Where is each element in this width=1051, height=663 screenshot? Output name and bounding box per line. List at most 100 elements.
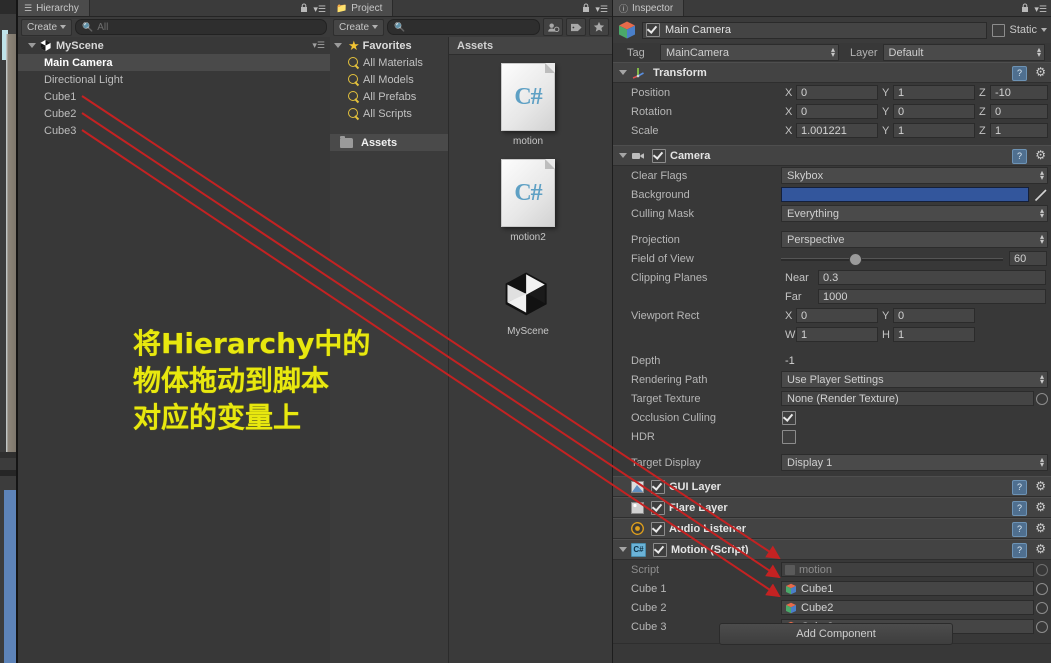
flare-layer-enabled-checkbox[interactable] [651, 500, 665, 515]
fov-slider-track[interactable] [781, 258, 1003, 261]
favorite-star-icon[interactable] [589, 18, 609, 36]
help-icon[interactable]: ? [1012, 480, 1027, 495]
help-icon[interactable]: ? [1012, 543, 1027, 558]
static-dropdown-icon[interactable] [1041, 28, 1047, 32]
object-picker-icon[interactable] [1036, 583, 1048, 595]
hierarchy-item-main-camera[interactable]: Main Camera [18, 54, 330, 71]
viewport-h-field[interactable]: 1 [893, 327, 975, 342]
cube2-object-field[interactable]: Cube2 [781, 600, 1034, 615]
component-header-gui-layer[interactable]: GUI Layer ? ⚙ [613, 476, 1051, 497]
component-header-audio-listener[interactable]: Audio Listener ? ⚙ [613, 518, 1051, 539]
lock-icon[interactable] [582, 3, 590, 13]
tab-inspector[interactable]: ⓘ Inspector [613, 0, 685, 16]
object-picker-icon[interactable] [1036, 621, 1048, 633]
gear-icon[interactable]: ⚙ [1035, 500, 1046, 514]
tab-hierarchy[interactable]: ☰ Hierarchy [18, 0, 90, 16]
hierarchy-item-directional-light[interactable]: Directional Light [18, 71, 330, 88]
gear-icon[interactable]: ⚙ [1035, 521, 1046, 535]
gear-icon[interactable]: ⚙ [1035, 65, 1046, 79]
near-field[interactable]: 0.3 [818, 270, 1046, 285]
panel-menu-icon[interactable]: ▾☰ [595, 4, 608, 15]
project-search-input[interactable]: 🔍 [387, 19, 540, 35]
scale-y-field[interactable]: 1 [893, 123, 975, 138]
asset-item-motion[interactable]: C# motion [473, 63, 583, 147]
project-tree-assets[interactable]: Assets [330, 134, 448, 151]
rotation-x-field[interactable]: 0 [796, 104, 878, 119]
component-header-flare-layer[interactable]: Flare Layer ? ⚙ [613, 497, 1051, 518]
object-picker-icon[interactable] [1036, 602, 1048, 614]
component-header-transform[interactable]: Transform ? ⚙ [613, 62, 1051, 83]
help-icon[interactable]: ? [1012, 501, 1027, 516]
rotation-z-field[interactable]: 0 [990, 104, 1048, 119]
layer-dropdown[interactable]: Default ▴ ▾ [882, 44, 1045, 61]
tab-project[interactable]: 📁 Project [330, 0, 394, 16]
help-icon[interactable]: ? [1012, 66, 1027, 81]
eyedropper-icon[interactable] [1034, 188, 1048, 202]
occlusion-culling-checkbox[interactable] [782, 410, 796, 425]
viewport-y-field[interactable]: 0 [893, 308, 975, 323]
gear-icon[interactable]: ⚙ [1035, 479, 1046, 493]
static-toggle[interactable]: Static [992, 23, 1047, 37]
target-display-dropdown[interactable]: Display 1 ▴ ▾ [781, 454, 1048, 471]
audio-listener-enabled-checkbox[interactable] [651, 521, 665, 536]
create-button[interactable]: Create [333, 18, 385, 36]
scale-x-field[interactable]: 1.001221 [796, 123, 878, 138]
clear-flags-dropdown[interactable]: Skybox ▴ ▾ [781, 167, 1048, 184]
object-picker-icon[interactable] [1036, 393, 1048, 405]
viewport-w-field[interactable]: 1 [796, 327, 878, 342]
fov-slider-knob[interactable] [849, 253, 862, 266]
tag-dropdown[interactable]: MainCamera ▴ ▾ [660, 44, 839, 61]
object-picker-icon[interactable] [1036, 564, 1048, 576]
projection-dropdown[interactable]: Perspective ▴ ▾ [781, 231, 1048, 248]
help-icon[interactable]: ? [1012, 522, 1027, 537]
gear-icon[interactable]: ⚙ [1035, 542, 1046, 556]
project-favorites-row[interactable]: ★ Favorites [330, 37, 448, 54]
asset-item-motion2[interactable]: C# motion2 [473, 159, 583, 243]
object-name-field[interactable]: Main Camera [642, 21, 988, 39]
depth-field[interactable]: -1 [781, 353, 1048, 368]
asset-item-myscene[interactable]: MyScene [473, 259, 583, 337]
gear-icon[interactable]: ⚙ [1035, 148, 1046, 162]
filter-by-label-icon[interactable] [566, 18, 586, 36]
hierarchy-item-cube3[interactable]: Cube3 [18, 122, 330, 139]
panel-menu-icon[interactable]: ▾☰ [313, 4, 326, 15]
chevron-down-icon[interactable] [28, 43, 36, 48]
filter-by-type-icon[interactable] [543, 18, 563, 36]
object-enabled-checkbox[interactable] [646, 23, 660, 37]
lock-icon[interactable] [300, 3, 308, 13]
scene-menu-icon[interactable]: ▾☰ [312, 40, 325, 51]
script-object-field[interactable]: motion [781, 562, 1034, 577]
position-z-field[interactable]: -10 [990, 85, 1048, 100]
component-header-motion-script[interactable]: C# Motion (Script) ? ⚙ [613, 539, 1051, 560]
far-field[interactable]: 1000 [818, 289, 1046, 304]
project-favorite-all-prefabs[interactable]: All Prefabs [330, 88, 448, 105]
hierarchy-search-input[interactable]: 🔍 All [75, 19, 327, 35]
rendering-path-dropdown[interactable]: Use Player Settings ▴ ▾ [781, 371, 1048, 388]
hierarchy-scene-row[interactable]: MyScene ▾☰ [18, 37, 330, 54]
help-icon[interactable]: ? [1012, 149, 1027, 164]
gui-layer-enabled-checkbox[interactable] [651, 479, 665, 494]
viewport-x-field[interactable]: 0 [796, 308, 878, 323]
chevron-down-icon[interactable] [619, 153, 627, 158]
hierarchy-item-cube1[interactable]: Cube1 [18, 88, 330, 105]
motion-script-enabled-checkbox[interactable] [653, 542, 667, 557]
project-favorite-all-models[interactable]: All Models [330, 71, 448, 88]
hierarchy-item-cube2[interactable]: Cube2 [18, 105, 330, 122]
position-x-field[interactable]: 0 [796, 85, 878, 100]
add-component-button[interactable]: Add Component [719, 623, 953, 645]
chevron-down-icon[interactable] [334, 43, 342, 48]
rotation-y-field[interactable]: 0 [893, 104, 975, 119]
camera-enabled-checkbox[interactable] [652, 148, 666, 163]
scale-z-field[interactable]: 1 [990, 123, 1048, 138]
project-favorite-all-scripts[interactable]: All Scripts [330, 105, 448, 122]
project-favorite-all-materials[interactable]: All Materials [330, 54, 448, 71]
target-texture-field[interactable]: None (Render Texture) [781, 391, 1034, 406]
position-y-field[interactable]: 1 [893, 85, 975, 100]
culling-mask-dropdown[interactable]: Everything ▴ ▾ [781, 205, 1048, 222]
fov-field[interactable]: 60 [1009, 251, 1047, 266]
background-color-swatch[interactable] [781, 187, 1029, 202]
hdr-checkbox[interactable] [782, 429, 796, 444]
chevron-down-icon[interactable] [619, 70, 627, 75]
panel-menu-icon[interactable]: ▾☰ [1034, 4, 1047, 15]
chevron-down-icon[interactable] [619, 547, 627, 552]
